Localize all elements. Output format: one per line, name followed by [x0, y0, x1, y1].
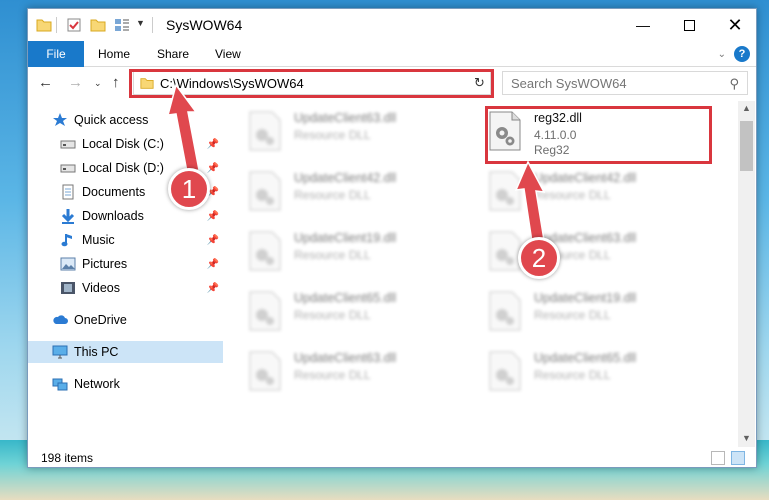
step1-badge: 1 — [168, 168, 210, 210]
step1-arrow — [166, 83, 200, 173]
step2-badge: 2 — [518, 237, 560, 279]
annotation-arrows — [166, 83, 546, 243]
step2-arrow — [514, 160, 546, 243]
